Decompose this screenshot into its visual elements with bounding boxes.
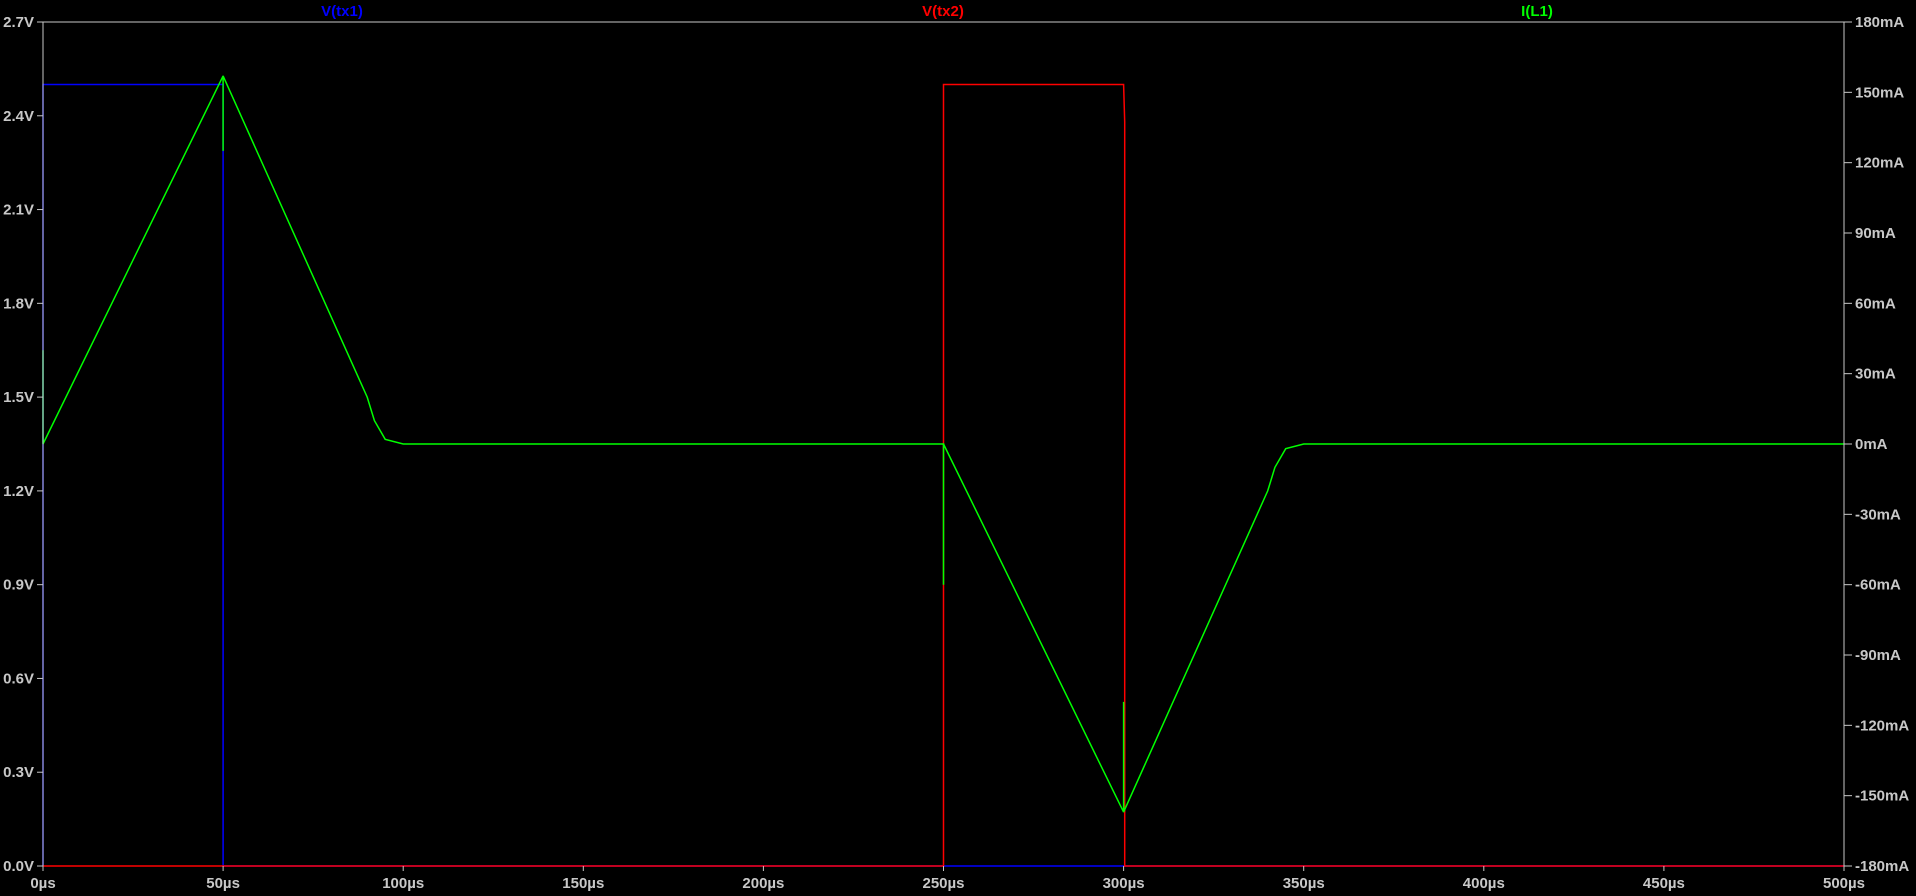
- axis-labels: 0µs 50µs 100µs 150µs 200µs 250µs 300µs 350µs 400…: [3, 14, 1909, 892]
- x-tick-label: 400µs: [1463, 875, 1505, 892]
- x-tick-label: 200µs: [742, 875, 784, 892]
- x-tick-label: 450µs: [1643, 875, 1685, 892]
- right-tick-label: -60mA: [1855, 577, 1901, 594]
- left-tick-label: 1.8V: [3, 295, 34, 312]
- x-tick-label: 0µs: [30, 875, 55, 892]
- waveform-plot[interactable]: 0µs 50µs 100µs 150µs 200µs 250µs 300µs 350µs 400…: [0, 0, 1916, 896]
- x-tick-label: 50µs: [206, 875, 240, 892]
- x-tick-label: 150µs: [562, 875, 604, 892]
- right-tick-label: 120mA: [1855, 155, 1904, 172]
- right-tick-label: 30mA: [1855, 366, 1896, 383]
- x-tick-label: 500µs: [1823, 875, 1865, 892]
- left-tick-label: 0.9V: [3, 577, 34, 594]
- right-tick-label: 90mA: [1855, 225, 1896, 242]
- right-tick-label: -90mA: [1855, 647, 1901, 664]
- x-tick-label: 350µs: [1283, 875, 1325, 892]
- left-tick-label: 0.3V: [3, 764, 34, 781]
- left-tick-label: 0.0V: [3, 858, 34, 875]
- right-tick-label: 0mA: [1855, 436, 1888, 453]
- trace-name-label[interactable]: V(tx1): [321, 3, 363, 20]
- right-tick-label: -120mA: [1855, 717, 1909, 734]
- left-tick-label: 2.7V: [3, 14, 34, 31]
- right-tick-label: 180mA: [1855, 14, 1904, 31]
- right-tick-label: -150mA: [1855, 788, 1909, 805]
- left-tick-label: 1.2V: [3, 483, 34, 500]
- right-tick-label: 60mA: [1855, 295, 1896, 312]
- right-tick-label: 150mA: [1855, 84, 1904, 101]
- x-tick-label: 300µs: [1103, 875, 1145, 892]
- left-tick-label: 2.1V: [3, 202, 34, 219]
- trace-name-label[interactable]: I(L1): [1521, 3, 1553, 20]
- trace-names[interactable]: V(tx1) V(tx2) I(L1): [321, 3, 1553, 20]
- x-tick-label: 100µs: [382, 875, 424, 892]
- trace-name-label[interactable]: V(tx2): [922, 3, 964, 20]
- left-tick-label: 0.6V: [3, 670, 34, 687]
- left-tick-label: 1.5V: [3, 389, 34, 406]
- right-tick-label: -30mA: [1855, 506, 1901, 523]
- x-tick-label: 250µs: [922, 875, 964, 892]
- right-tick-label: -180mA: [1855, 858, 1909, 875]
- traces: [42, 75, 1844, 867]
- left-tick-label: 2.4V: [3, 108, 34, 125]
